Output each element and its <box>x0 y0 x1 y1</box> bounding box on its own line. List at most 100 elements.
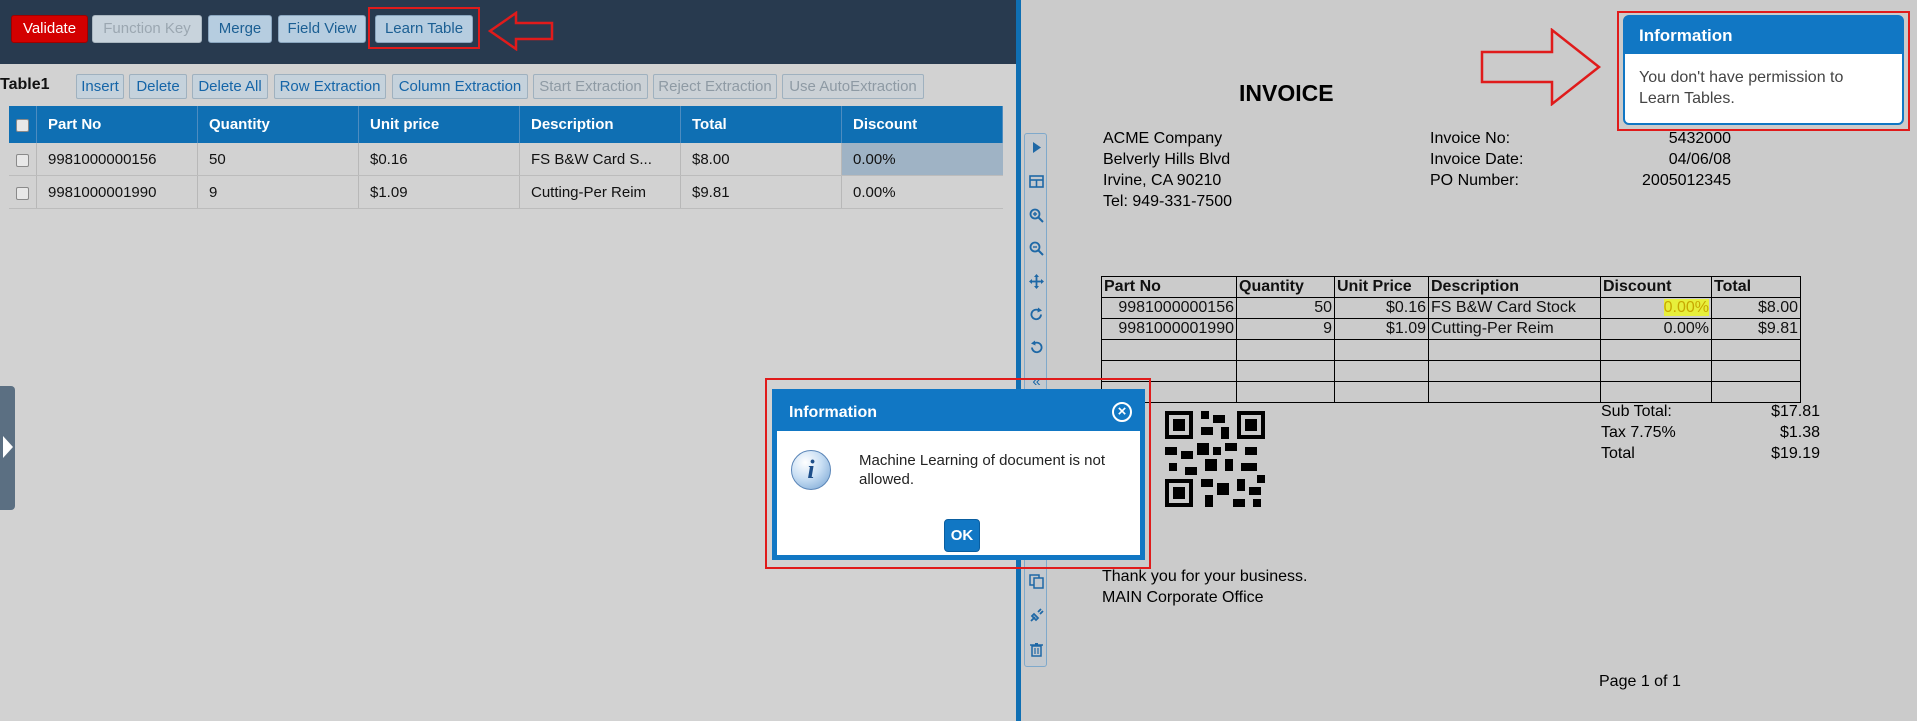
notice-title: Information <box>1625 17 1902 54</box>
invoice-empty-row <box>1101 339 1801 361</box>
permission-notice: Information You don't have permission to… <box>1623 15 1904 125</box>
invoice-row: 9981000000156 50 $0.16 FS B&W Card Stock… <box>1101 297 1801 319</box>
pointer-arrow-right-icon <box>1480 28 1602 106</box>
split-view-icon[interactable] <box>1029 174 1044 189</box>
invoice-cell: $1.09 <box>1334 318 1429 340</box>
invoice-cell: 9 <box>1236 318 1335 340</box>
invoice-cell-highlighted: 0.00% <box>1663 299 1709 316</box>
plugin-icon[interactable] <box>1029 608 1044 623</box>
totals-value: $1.38 <box>1779 424 1820 441</box>
row-extraction-button[interactable]: Row Extraction <box>274 74 386 99</box>
invoice-col-header: Unit Price <box>1334 276 1429 298</box>
row-checkbox[interactable] <box>9 143 37 175</box>
table-cell-selected[interactable]: 0.00% <box>842 143 1003 175</box>
column-header[interactable]: Total <box>681 106 842 143</box>
invoice-line-table: Part No Quantity Unit Price Description … <box>1101 276 1801 403</box>
column-header[interactable]: Quantity <box>198 106 359 143</box>
table-cell[interactable]: Cutting-Per Reim <box>520 176 681 208</box>
zoom-out-icon[interactable] <box>1029 241 1044 256</box>
totals-value: $19.19 <box>1771 445 1820 462</box>
invoice-col-header: Part No <box>1101 276 1237 298</box>
company-line: Belverly Hills Blvd <box>1103 151 1231 168</box>
dialog-message: Machine Learning of document is not allo… <box>859 452 1105 488</box>
dialog-header: Information × <box>777 394 1140 431</box>
validate-button[interactable]: Validate <box>11 15 88 43</box>
invoice-cell: $0.16 <box>1334 297 1429 319</box>
merge-button[interactable]: Merge <box>208 15 272 43</box>
table-cell[interactable]: FS B&W Card S... <box>520 143 681 175</box>
delete-button[interactable]: Delete <box>129 74 187 99</box>
delete-all-button[interactable]: Delete All <box>192 74 268 99</box>
pan-icon[interactable] <box>1029 274 1044 289</box>
invoice-table-header: Part No Quantity Unit Price Description … <box>1101 276 1801 298</box>
table-cell[interactable]: 9 <box>198 176 359 208</box>
table-cell[interactable]: $9.81 <box>681 176 842 208</box>
copy-pages-icon[interactable] <box>1029 574 1044 589</box>
table-cell[interactable]: $0.16 <box>359 143 520 175</box>
grid-header: Part No Quantity Unit price Description … <box>9 106 1003 143</box>
invoice-col-header: Quantity <box>1236 276 1335 298</box>
reject-extraction-button[interactable]: Reject Extraction <box>653 74 777 99</box>
invoice-cell: 0.00% <box>1600 318 1712 340</box>
column-header[interactable]: Discount <box>842 106 1003 143</box>
table-cell[interactable]: 0.00% <box>842 176 1003 208</box>
notice-message: You don't have permission to Learn Table… <box>1639 69 1844 107</box>
invoice-row: 9981000001990 9 $1.09 Cutting-Per Reim 0… <box>1101 318 1801 340</box>
rotate-right-icon[interactable] <box>1029 307 1044 322</box>
table-row[interactable]: 9981000001990 9 $1.09 Cutting-Per Reim $… <box>9 176 1003 209</box>
totals-value: $17.81 <box>1771 403 1820 420</box>
company-line: ACME Company <box>1103 130 1223 147</box>
ok-button[interactable]: OK <box>944 519 980 552</box>
column-header[interactable]: Part No <box>37 106 198 143</box>
insert-button[interactable]: Insert <box>76 74 124 99</box>
invoice-meta-label: Invoice No: <box>1430 130 1511 147</box>
start-extraction-button[interactable]: Start Extraction <box>533 74 648 99</box>
dialog-title: Information <box>789 404 877 421</box>
invoice-col-header: Total <box>1711 276 1801 298</box>
column-extraction-button[interactable]: Column Extraction <box>392 74 528 99</box>
close-icon[interactable]: × <box>1112 402 1132 422</box>
table-row[interactable]: 9981000000156 50 $0.16 FS B&W Card S... … <box>9 143 1003 176</box>
invoice-meta-value: 04/06/08 <box>1668 151 1731 168</box>
invoice-cell: 50 <box>1236 297 1335 319</box>
invoice-meta-label: Invoice Date: <box>1430 151 1524 168</box>
table-cell[interactable]: $8.00 <box>681 143 842 175</box>
page-indicator: Page 1 of 1 <box>1599 673 1681 690</box>
column-header[interactable]: Unit price <box>359 106 520 143</box>
information-dialog: Information × i Machine Learning of docu… <box>772 389 1145 560</box>
table-cell[interactable]: 9981000001990 <box>37 176 198 208</box>
top-toolbar: Validate Function Key Merge Field View L… <box>0 0 1016 64</box>
invoice-meta-label: PO Number: <box>1430 172 1519 189</box>
column-header[interactable]: Description <box>520 106 681 143</box>
select-all-checkbox[interactable] <box>9 106 37 143</box>
office-name: MAIN Corporate Office <box>1102 589 1264 606</box>
expand-arrow-icon <box>3 436 13 458</box>
use-autoextraction-button[interactable]: Use AutoExtraction <box>782 74 924 99</box>
learn-table-highlight <box>368 7 480 49</box>
invoice-empty-row <box>1101 381 1801 403</box>
line-items-grid: Part No Quantity Unit price Description … <box>9 106 1003 209</box>
function-key-button[interactable]: Function Key <box>92 15 202 43</box>
expand-panel-tab[interactable] <box>0 386 15 510</box>
thank-you-note: Thank you for your business. <box>1102 568 1308 585</box>
company-line: Irvine, CA 90210 <box>1103 172 1222 189</box>
row-checkbox[interactable] <box>9 176 37 208</box>
invoice-cell: $8.00 <box>1711 297 1801 319</box>
invoice-cell: 9981000000156 <box>1101 297 1237 319</box>
table-cell[interactable]: 9981000000156 <box>37 143 198 175</box>
invoice-meta-value: 5432000 <box>1668 130 1731 147</box>
table-cell[interactable]: $1.09 <box>359 176 520 208</box>
invoice-empty-row <box>1101 360 1801 382</box>
zoom-in-icon[interactable] <box>1029 208 1044 223</box>
extraction-pane: Validate Function Key Merge Field View L… <box>0 0 1016 721</box>
invoice-cell: 9981000001990 <box>1101 318 1237 340</box>
totals-label: Total <box>1601 445 1635 462</box>
table-cell[interactable]: 50 <box>198 143 359 175</box>
play-icon[interactable] <box>1029 140 1044 155</box>
totals-label: Tax 7.75% <box>1601 424 1676 441</box>
info-icon: i <box>791 450 831 490</box>
field-view-button[interactable]: Field View <box>278 15 366 43</box>
rotate-left-icon[interactable] <box>1029 340 1044 355</box>
trash-icon[interactable] <box>1029 642 1044 657</box>
company-line: Tel: 949-331-7500 <box>1103 193 1232 210</box>
